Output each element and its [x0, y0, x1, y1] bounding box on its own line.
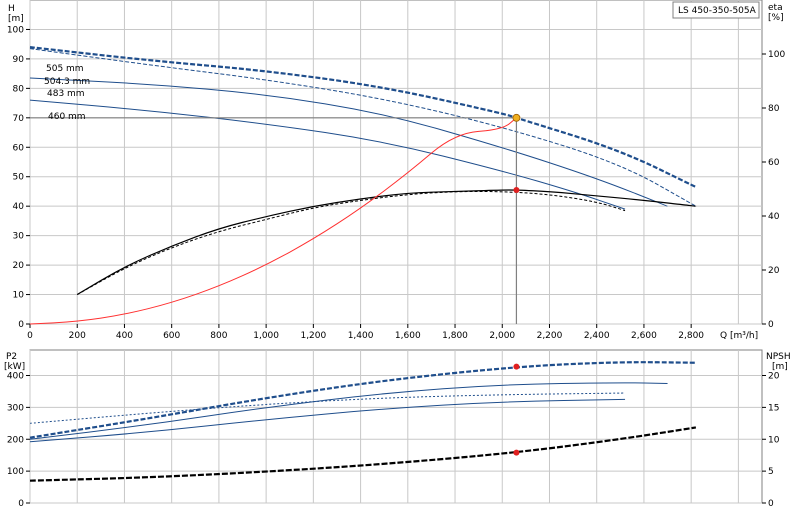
- curve-label-504-3: 504.3 mm: [44, 77, 90, 87]
- lower-ytick-label-1: 100: [7, 467, 24, 477]
- x-tick-label-4: 800: [210, 331, 227, 341]
- upper-ytick-label-4: 40: [13, 202, 25, 212]
- eta-axis-title: eta: [768, 3, 783, 13]
- npsh-axis-title: NPSH: [766, 352, 791, 362]
- x-tick-label-8: 1,600: [395, 331, 421, 341]
- upper-ytick-label-1: 10: [13, 291, 25, 301]
- lower-ytick-label-3: 300: [7, 403, 24, 413]
- upper-y2tick-label-3: 60: [768, 158, 780, 168]
- upper-y2tick-label-0: 0: [768, 320, 774, 330]
- head-series-1: [29, 48, 697, 207]
- x-tick-label-12: 2,400: [584, 331, 610, 341]
- upper-frame: [29, 0, 763, 325]
- pump-curve-chart: 0 10 20 30 40 50 60 70 80 90 100 0 20 40 60 80 100 0 100 20…: [0, 0, 800, 520]
- lower-ytick-label-2: 200: [7, 435, 24, 445]
- upper-ytick-label-7: 70: [13, 114, 25, 124]
- curve-label-460: 460 mm: [48, 112, 86, 122]
- x-tick-label-0: 0: [27, 331, 33, 341]
- power-axis-title: P2: [6, 352, 17, 362]
- lower-ytick-label-0: 0: [18, 499, 24, 509]
- x-tick-label-14: 2,800: [678, 331, 704, 341]
- flow-axis-label: Q [m³/h]: [720, 331, 758, 341]
- upper-ytick-label-10: 100: [7, 25, 24, 35]
- power-point: [513, 363, 520, 370]
- lower-y2tick-label-4: 20: [768, 372, 780, 382]
- curve-label-505: 505 mm: [46, 64, 84, 74]
- upper-ytick-label-0: 0: [18, 320, 24, 330]
- x-tick-label-10: 2,000: [489, 331, 515, 341]
- x-tick-label-1: 200: [69, 331, 86, 341]
- upper-y2tick-label-5: 100: [768, 50, 785, 60]
- power-series-3: [29, 398, 626, 443]
- lower-y2tick-label-3: 15: [768, 403, 779, 413]
- head-series-2: [29, 77, 668, 207]
- upper-ytick-label-8: 80: [13, 84, 25, 94]
- upper-ytick-label-2: 20: [13, 261, 25, 271]
- head-axis-unit: [m]: [8, 14, 24, 24]
- chart-svg: 0102030405060708090100020406080100010020…: [4, 0, 791, 509]
- duty-point: [512, 113, 521, 122]
- power-series-4: [29, 426, 697, 482]
- upper-y2tick-label-1: 20: [768, 266, 780, 276]
- power-series-2: [29, 392, 626, 424]
- upper-y2tick-label-4: 80: [768, 104, 780, 114]
- head-series-4: [76, 189, 697, 296]
- upper-ytick-label-9: 90: [13, 55, 25, 65]
- x-tick-label-5: 1,000: [253, 331, 279, 341]
- curve-label-483: 483 mm: [47, 89, 85, 99]
- head-series-3: [29, 99, 626, 210]
- head-axis-title: H: [8, 4, 15, 14]
- x-tick-label-3: 600: [163, 331, 180, 341]
- head-series-0: [29, 46, 697, 189]
- lower-frame: [29, 349, 763, 504]
- npsh-axis-unit: [m]: [772, 362, 788, 372]
- x-tick-label-6: 1,200: [300, 331, 326, 341]
- power-axis-unit: [kW]: [4, 362, 25, 372]
- lower-ytick-label-4: 400: [7, 372, 24, 382]
- x-tick-label-11: 2,200: [537, 331, 563, 341]
- lower-y2tick-label-1: 5: [768, 467, 774, 477]
- head-series-6: [29, 117, 517, 325]
- x-tick-label-2: 400: [116, 331, 133, 341]
- upper-ytick-label-3: 30: [13, 232, 25, 242]
- eta-axis-unit: [%]: [768, 13, 784, 23]
- upper-ytick-label-5: 50: [13, 173, 25, 183]
- x-tick-label-9: 1,800: [442, 331, 468, 341]
- lower-y2tick-label-2: 10: [768, 435, 780, 445]
- upper-ytick-label-6: 60: [13, 143, 25, 153]
- lower-y2tick-label-0: 0: [768, 499, 774, 509]
- model-label: LS 450-350-505A: [678, 6, 757, 16]
- head-series-5: [76, 190, 626, 295]
- eta-point: [513, 186, 520, 193]
- x-tick-label-13: 2,600: [631, 331, 657, 341]
- upper-y2tick-label-2: 40: [768, 212, 780, 222]
- npsh-point: [513, 449, 520, 456]
- x-tick-label-7: 1,400: [348, 331, 374, 341]
- power-series-1: [29, 382, 668, 440]
